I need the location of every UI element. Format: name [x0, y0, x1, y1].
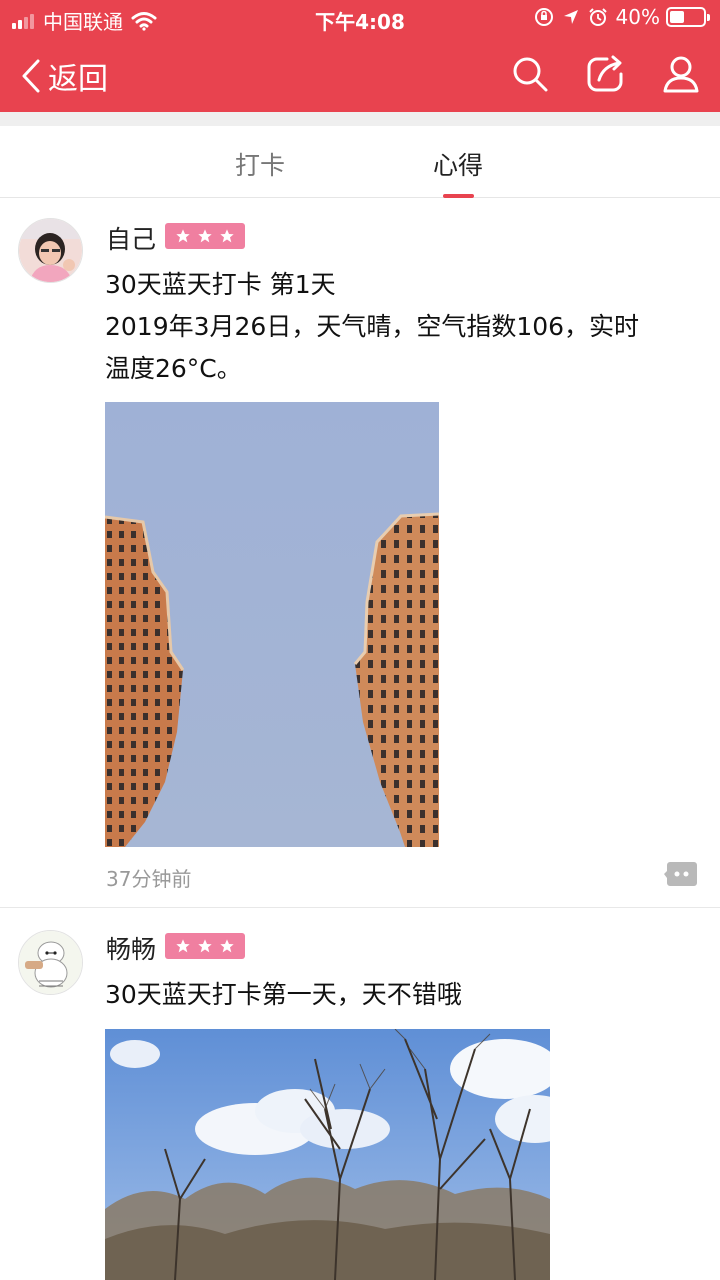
status-right: 40% — [526, 5, 710, 29]
chevron-left-icon — [22, 59, 40, 93]
rating-badge — [165, 933, 245, 959]
star-icon — [220, 229, 234, 243]
star-icon — [198, 939, 212, 953]
avatar-image — [19, 931, 82, 994]
post-text-line: 温度26°C。 — [105, 354, 242, 383]
user-icon[interactable] — [661, 54, 701, 94]
comment-icon[interactable] — [664, 860, 698, 890]
search-icon[interactable] — [510, 54, 550, 94]
post-text: 30天蓝天打卡第一天，天不错哦 — [105, 974, 705, 1016]
orientation-lock-icon — [534, 7, 554, 27]
rating-badge — [165, 223, 245, 249]
star-icon — [176, 229, 190, 243]
post-time: 37分钟前 — [106, 867, 192, 891]
back-label: 返回 — [48, 62, 108, 97]
header-gap — [0, 112, 720, 126]
star-icon — [176, 939, 190, 953]
tab-insights[interactable]: 心得 — [398, 146, 518, 182]
battery-icon — [666, 7, 710, 27]
post-card: 自己 30天蓝天打卡 第1天 2019年3月26日，天气晴，空气指数106，实时… — [0, 198, 720, 908]
post-text-line: 30天蓝天打卡 第1天 — [105, 270, 336, 299]
post-card: 畅畅 30天蓝天打卡第一天，天不错哦 — [0, 908, 720, 1280]
avatar[interactable] — [18, 218, 83, 283]
status-bar: 中国联通 下午4:08 40% — [0, 0, 720, 36]
post-photo-buildings[interactable] — [105, 402, 439, 847]
username[interactable]: 畅畅 — [106, 930, 156, 966]
battery-percent: 40% — [615, 5, 660, 29]
username[interactable]: 自己 — [106, 220, 156, 256]
star-icon — [220, 939, 234, 953]
avatar[interactable] — [18, 930, 83, 995]
nav-bar: 返回 — [0, 36, 720, 112]
post-text-line: 30天蓝天打卡第一天，天不错哦 — [105, 980, 462, 1009]
alarm-icon — [588, 7, 608, 27]
post-photo-trees[interactable] — [105, 1029, 550, 1280]
tab-checkin[interactable]: 打卡 — [200, 146, 320, 182]
back-button[interactable]: 返回 — [20, 54, 108, 98]
post-text-line: 2019年3月26日，天气晴，空气指数106，实时 — [105, 312, 640, 341]
avatar-image — [19, 219, 82, 282]
share-icon[interactable] — [585, 54, 625, 94]
location-icon — [562, 8, 580, 26]
tab-bar: 打卡 心得 — [0, 126, 720, 198]
app-header: 中国联通 下午4:08 40% 返回 — [0, 0, 720, 112]
star-icon — [198, 229, 212, 243]
post-text: 30天蓝天打卡 第1天 2019年3月26日，天气晴，空气指数106，实时 温度… — [105, 264, 705, 390]
